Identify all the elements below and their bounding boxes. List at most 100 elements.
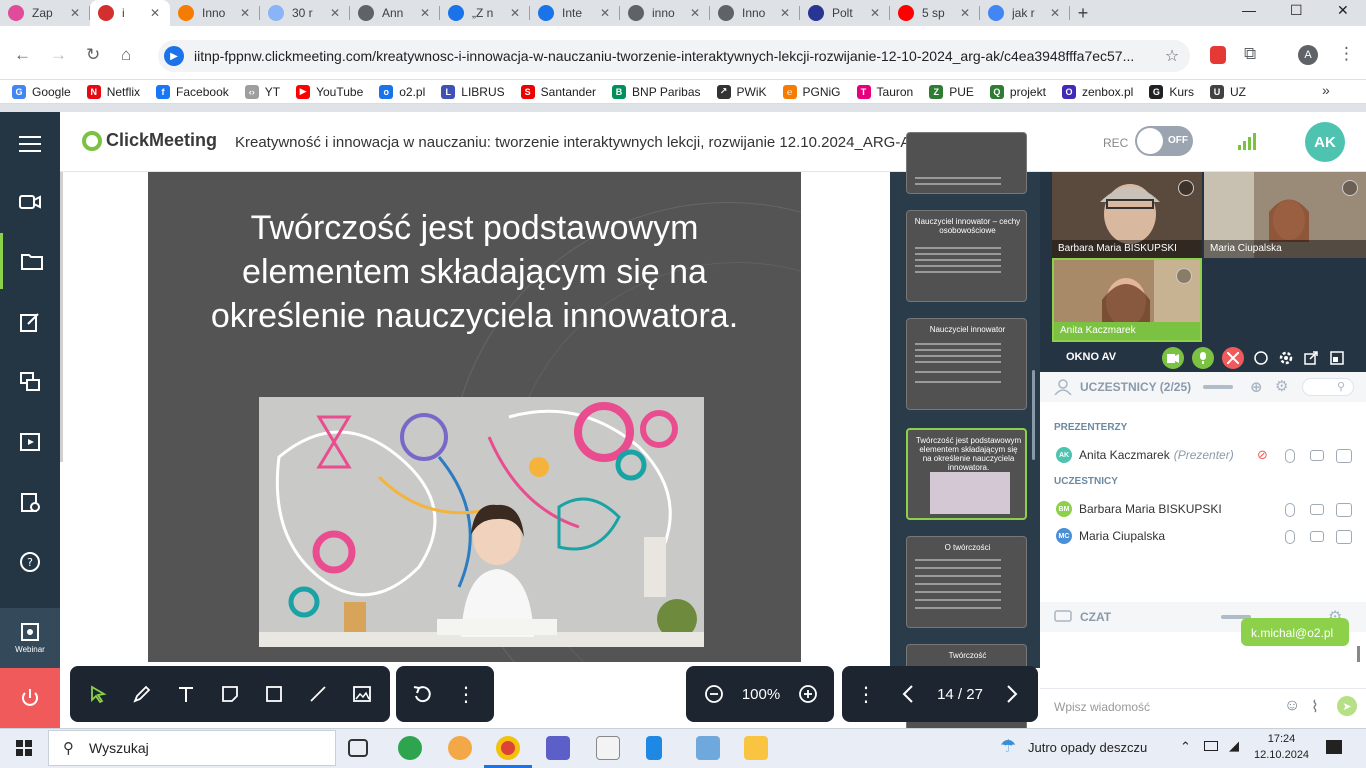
camera-toggle-icon[interactable] <box>1162 347 1184 369</box>
chrome-icon[interactable] <box>496 736 520 760</box>
edge-icon[interactable] <box>398 736 422 760</box>
mic-icon[interactable] <box>1285 503 1295 517</box>
attach-icon[interactable]: ⌇ <box>1311 697 1319 717</box>
settings-gear-icon[interactable] <box>1275 347 1297 369</box>
browser-tab[interactable]: Polt ✕ <box>800 0 890 26</box>
browser-tab[interactable]: inno ✕ <box>620 0 710 26</box>
teams-icon[interactable] <box>546 736 570 760</box>
camera-icon[interactable] <box>1310 504 1324 515</box>
collapse-handle[interactable] <box>1203 385 1234 389</box>
next-page-icon[interactable] <box>992 672 1032 716</box>
bookmark-item[interactable]: ‹› YT <box>244 84 280 99</box>
survey-icon[interactable] <box>0 474 60 530</box>
mic-icon[interactable] <box>1285 530 1295 544</box>
thumbnail-item[interactable]: Nauczyciel innowator – cechy osobowościo… <box>906 210 1027 302</box>
tab-close-icon[interactable]: ✕ <box>960 6 970 20</box>
computer-icon[interactable] <box>696 736 720 760</box>
microphone-toggle-icon[interactable] <box>1192 347 1214 369</box>
previous-page-icon[interactable] <box>888 672 928 716</box>
home-icon[interactable]: ⌂ <box>121 45 131 65</box>
bookmark-item[interactable]: N Netflix <box>86 84 140 99</box>
speaker-mute-icon[interactable] <box>1222 347 1244 369</box>
zoom-out-icon[interactable] <box>692 672 736 716</box>
omnibox[interactable]: ▶ iitnp-fppnw.clickmeeting.com/kreatywno… <box>158 40 1190 72</box>
browser-tab[interactable]: Ann ✕ <box>350 0 440 26</box>
bookmark-item[interactable]: U UZ <box>1210 84 1246 99</box>
tab-close-icon[interactable]: ✕ <box>780 6 790 20</box>
file-explorer-icon[interactable] <box>744 736 768 760</box>
extension-icon[interactable] <box>1210 46 1226 64</box>
camera-icon[interactable] <box>0 174 60 230</box>
pointer-icon[interactable] <box>76 672 120 716</box>
bookmark-item[interactable]: T Tauron <box>856 84 913 99</box>
edit-icon[interactable] <box>0 294 60 350</box>
video-tile[interactable]: Barbara Maria BISKUPSKI <box>1052 172 1202 258</box>
tray-chevron-icon[interactable]: ⌃ <box>1180 739 1191 755</box>
windows-start-icon[interactable] <box>16 740 32 756</box>
tab-close-icon[interactable]: ✕ <box>600 6 610 20</box>
wifi-icon[interactable]: ◢ <box>1229 738 1239 754</box>
taskbar-search[interactable]: ⚲ Wyszukaj <box>48 730 336 766</box>
more-options-icon[interactable]: ⋮ <box>444 672 488 716</box>
bookmark-item[interactable]: S Santander <box>520 84 596 99</box>
thumbnail-item-active[interactable]: Twórczość jest podstawowym elementem skł… <box>906 428 1027 520</box>
camera-icon[interactable] <box>1310 450 1324 461</box>
pencil-icon[interactable] <box>120 672 164 716</box>
emoji-icon[interactable]: ☺ <box>1284 697 1300 715</box>
chat-scrollbar[interactable] <box>1357 646 1360 662</box>
tab-close-icon[interactable]: ✕ <box>330 6 340 20</box>
screen-icon[interactable] <box>1336 449 1352 463</box>
thumbnail-item[interactable]: O twórczości <box>906 536 1027 628</box>
tab-close-icon[interactable]: ✕ <box>420 6 430 20</box>
image-tool-icon[interactable] <box>340 672 384 716</box>
tab-close-icon[interactable]: ✕ <box>70 6 80 20</box>
mic-icon[interactable] <box>1285 449 1295 463</box>
tab-close-icon[interactable]: ✕ <box>870 6 880 20</box>
bookmark-item[interactable]: o o2.pl <box>379 84 425 99</box>
send-icon[interactable]: ➤ <box>1337 696 1357 716</box>
bookmark-item[interactable]: Z PUE <box>929 84 974 99</box>
chat-input[interactable]: Wpisz wiadomość <box>1054 700 1150 714</box>
browser-tab[interactable]: i ✕ <box>90 0 170 26</box>
bookmark-item[interactable]: G Google <box>12 84 71 99</box>
page-options-icon[interactable]: ⋮ <box>844 672 888 716</box>
bookmark-item[interactable]: ↗ PWiK <box>716 84 767 99</box>
browser-tab[interactable]: jak r ✕ <box>980 0 1070 26</box>
video-tile[interactable]: Maria Ciupalska <box>1204 172 1366 258</box>
back-icon[interactable]: ← <box>14 45 31 65</box>
qa-icon[interactable]: ? <box>0 534 60 590</box>
video-tile-active[interactable]: Anita Kaczmarek <box>1052 258 1202 342</box>
tab-close-icon[interactable]: ✕ <box>510 6 520 20</box>
extensions-puzzle-icon[interactable]: ⧉ <box>1244 44 1256 64</box>
tab-close-icon[interactable]: ✕ <box>1050 6 1060 20</box>
detach-window-icon[interactable] <box>1300 347 1322 369</box>
stage-scrollbar[interactable] <box>60 172 63 462</box>
bookmark-item[interactable]: ▶ YouTube <box>296 84 363 99</box>
weather-icon[interactable]: ☂ <box>1000 736 1016 757</box>
participants-search-input[interactable]: ⚲ <box>1302 378 1354 396</box>
chat-bubble-icon[interactable] <box>1250 347 1272 369</box>
tab-close-icon[interactable]: ✕ <box>240 6 250 20</box>
system-clock[interactable]: 17:24 12.10.2024 <box>1254 731 1309 763</box>
bookmark-item[interactable]: G Kurs <box>1149 84 1194 99</box>
browser-tab[interactable]: Zap ✕ <box>0 0 90 26</box>
screen-share-icon[interactable] <box>0 354 60 410</box>
recording-toggle[interactable]: OFF <box>1135 126 1193 156</box>
user-avatar[interactable]: AK <box>1305 122 1345 162</box>
layout-icon[interactable] <box>1326 347 1348 369</box>
bookmark-item[interactable]: L LIBRUS <box>441 84 505 99</box>
thumbnails-scrollbar[interactable] <box>1032 370 1035 460</box>
folder-icon[interactable] <box>0 233 60 289</box>
thumbnail-item[interactable]: Nauczyciel innowator <box>906 318 1027 410</box>
tab-close-icon[interactable]: ✕ <box>150 6 160 20</box>
browser-tab[interactable]: Inno ✕ <box>170 0 260 26</box>
text-tool-icon[interactable] <box>164 672 208 716</box>
browser-tab[interactable]: „Z n ✕ <box>440 0 530 26</box>
leave-power-button[interactable] <box>0 668 60 728</box>
profile-avatar[interactable]: A <box>1298 45 1318 65</box>
sticky-note-icon[interactable] <box>208 672 252 716</box>
thumbnail-previous[interactable] <box>906 132 1027 194</box>
reload-icon[interactable]: ↻ <box>86 45 100 65</box>
zoom-in-icon[interactable] <box>786 672 830 716</box>
site-info-icon[interactable]: ▶ <box>164 46 184 66</box>
